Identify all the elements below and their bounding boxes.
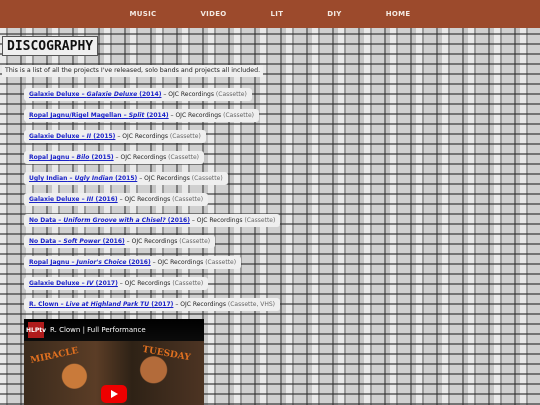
nav-video[interactable]: VIDEO xyxy=(178,10,248,18)
release-format: (Cassette, VHS) xyxy=(227,301,276,308)
release-format: (Cassette) xyxy=(172,280,204,287)
release-item: Ropal Jagnu/Rigel Magellan – Split (2014… xyxy=(24,109,259,122)
video-embed[interactable]: MIRACLE TUESDAY HLPtv R. Clown | Full Pe… xyxy=(24,319,204,405)
release-label: OJC Recordings xyxy=(175,112,222,119)
nav-home[interactable]: HOME xyxy=(364,10,433,18)
release-format: (Cassette) xyxy=(244,217,276,224)
release-item: Ropal Jagnu – Bilo (2015) – OJC Recordin… xyxy=(24,151,205,164)
release-format: (Cassette) xyxy=(168,154,200,161)
release-item: Ugly Indian – Ugly Indian (2015) – OJC R… xyxy=(24,172,228,185)
release-label: OJC Recordings xyxy=(168,91,214,98)
play-button[interactable] xyxy=(101,385,127,403)
release-artist-link[interactable]: R. Clown – Live at Highland Park TU (201… xyxy=(29,301,173,308)
release-artist-link[interactable]: No Data – Soft Power (2016) xyxy=(29,238,125,245)
release-item: Ropal Jagnu – Junior's Choice (2016) – O… xyxy=(24,256,242,269)
release-format: (Cassette) xyxy=(191,175,223,182)
play-icon xyxy=(110,390,118,398)
release-label: OJC Recordings xyxy=(120,154,167,161)
release-label: OJC Recordings xyxy=(157,259,204,266)
release-label: OJC Recordings xyxy=(180,301,226,308)
release-format: (Cassette) xyxy=(205,259,237,266)
release-artist-link[interactable]: Ropal Jagnu – Bilo (2015) xyxy=(29,154,114,161)
intro-text: This is a list of all the projects I've … xyxy=(2,65,264,77)
release-item: R. Clown – Live at Highland Park TU (201… xyxy=(24,298,281,311)
release-artist-link[interactable]: Ropal Jagnu/Rigel Magellan – Split (2014… xyxy=(29,112,169,119)
release-format: (Cassette) xyxy=(169,133,201,140)
release-item: Galaxie Deluxe – IV (2017) – OJC Recordi… xyxy=(24,277,209,290)
release-label: OJC Recordings xyxy=(124,280,171,287)
release-artist-link[interactable]: Ugly Indian – Ugly Indian (2015) xyxy=(29,175,137,182)
release-format: (Cassette) xyxy=(215,91,247,98)
channel-logo[interactable]: HLPtv xyxy=(26,322,46,338)
release-item: No Data – Soft Power (2016) – OJC Record… xyxy=(24,235,216,248)
release-artist-link[interactable]: No Data – Uniform Groove with a Chisel? … xyxy=(29,217,190,224)
nav-diy[interactable]: DIY xyxy=(305,10,363,18)
release-item: Galaxie Deluxe – III (2016) – OJC Record… xyxy=(24,193,209,206)
nav-music[interactable]: MUSIC xyxy=(108,10,179,18)
release-format: (Cassette) xyxy=(179,238,211,245)
release-format: (Cassette) xyxy=(172,196,204,203)
release-item: No Data – Uniform Groove with a Chisel? … xyxy=(24,214,281,227)
nav-lit[interactable]: LIT xyxy=(249,10,306,18)
release-artist-link[interactable]: Galaxie Deluxe – III (2016) xyxy=(29,196,118,203)
release-item: Galaxie Deluxe – II (2015) – OJC Recordi… xyxy=(24,130,206,143)
page-title: DISCOGRAPHY xyxy=(2,36,99,56)
video-title[interactable]: R. Clown | Full Performance xyxy=(50,326,146,334)
release-artist-link[interactable]: Galaxie Deluxe – II (2015) xyxy=(29,133,115,140)
release-artist-link[interactable]: Ropal Jagnu – Junior's Choice (2016) xyxy=(29,259,151,266)
release-label: OJC Recordings xyxy=(144,175,190,182)
thumbnail-text-right: TUESDAY xyxy=(141,344,192,364)
release-item: Galaxie Deluxe – Galaxie Deluxe (2014) –… xyxy=(24,88,252,101)
top-nav: MUSIC VIDEO LIT DIY HOME xyxy=(0,0,540,28)
release-label: OJC Recordings xyxy=(122,133,168,140)
thumbnail-text-left: MIRACLE xyxy=(29,346,80,366)
release-artist-link[interactable]: Galaxie Deluxe – Galaxie Deluxe (2014) xyxy=(29,91,161,98)
release-format: (Cassette) xyxy=(223,112,254,119)
release-label: OJC Recordings xyxy=(196,217,243,224)
release-label: OJC Recordings xyxy=(124,196,171,203)
video-header: HLPtv R. Clown | Full Performance xyxy=(24,319,204,341)
release-artist-link[interactable]: Galaxie Deluxe – IV (2017) xyxy=(29,280,118,287)
release-label: OJC Recordings xyxy=(131,238,178,245)
